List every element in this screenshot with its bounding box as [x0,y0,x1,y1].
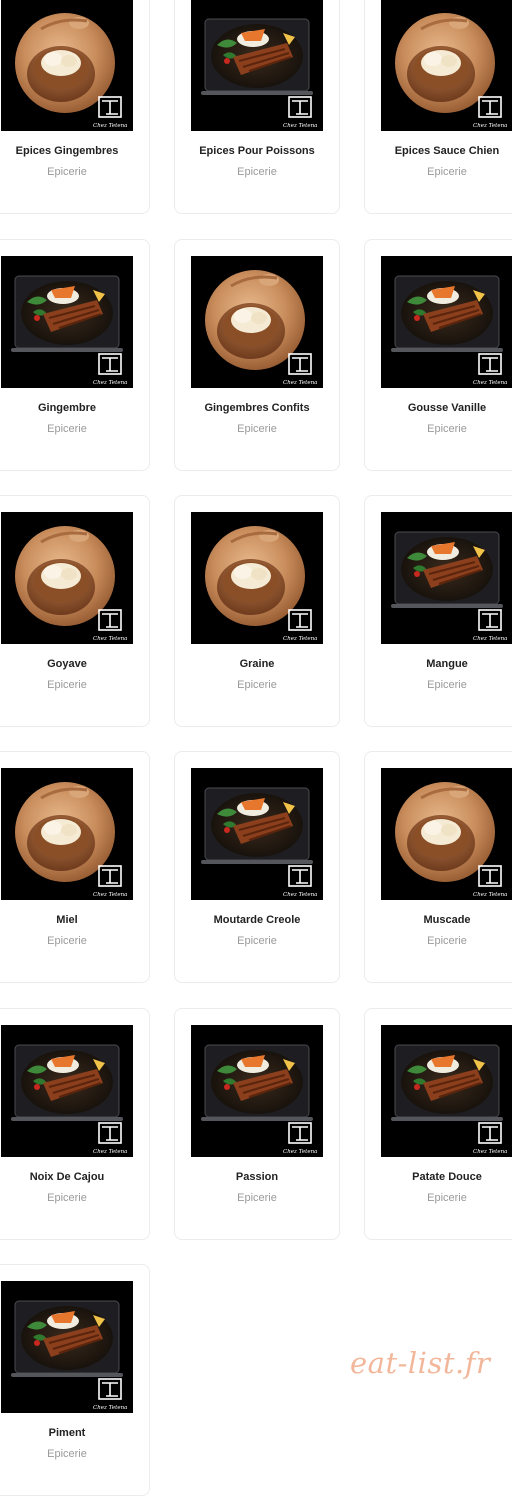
product-image[interactable]: Chez Tetena [191,1025,323,1157]
product-card[interactable]: Chez Tetena Piment Epicerie [0,1264,150,1496]
product-name[interactable]: Gingembres Confits [175,402,339,414]
product-card[interactable]: Chez Tetena Mangue Epicerie [364,495,512,727]
product-name[interactable]: Patate Douce [365,1171,512,1183]
product-card[interactable]: Chez Tetena Muscade Epicerie [364,751,512,983]
logo-text: Chez Tetena [93,123,127,129]
logo-text: Chez Tetena [283,1149,317,1155]
product-category: Epicerie [237,166,277,178]
product-category: Epicerie [427,935,467,947]
product-name[interactable]: Miel [0,914,149,926]
product-category: Epicerie [237,423,277,435]
product-image[interactable]: Chez Tetena [191,512,323,644]
product-category: Epicerie [427,166,467,178]
product-card[interactable]: Chez Tetena Graine Epicerie [174,495,340,727]
product-image[interactable]: Chez Tetena [1,512,133,644]
product-image[interactable]: Chez Tetena [1,256,133,388]
product-image[interactable]: Chez Tetena [381,256,512,388]
logo-text: Chez Tetena [283,123,317,129]
product-name[interactable]: Epices Pour Poissons [175,145,339,157]
logo-text: Chez Tetena [473,636,507,642]
logo-text: Chez Tetena [93,636,127,642]
product-name[interactable]: Gingembre [0,402,149,414]
product-name[interactable]: Epices Gingembres [0,145,149,157]
product-name[interactable]: Epices Sauce Chien [365,145,512,157]
product-card[interactable]: Chez Tetena Goyave Epicerie [0,495,150,727]
product-name[interactable]: Graine [175,658,339,670]
product-category: Epicerie [237,935,277,947]
product-category: Epicerie [47,166,87,178]
product-card[interactable]: Chez Tetena Epices Gingembres Epicerie [0,0,150,214]
product-grid: Chez Tetena Epices Gingembres Epicerie Chez… [0,0,512,1500]
product-image[interactable]: Chez Tetena [381,768,512,900]
product-category: Epicerie [47,423,87,435]
logo-text: Chez Tetena [283,380,317,386]
product-category: Epicerie [47,1448,87,1460]
product-image[interactable]: Chez Tetena [381,0,512,131]
product-category: Epicerie [237,1192,277,1204]
product-name[interactable]: Mangue [365,658,512,670]
product-image[interactable]: Chez Tetena [1,1025,133,1157]
product-card[interactable]: Chez Tetena Gingembre Epicerie [0,239,150,471]
product-card[interactable]: Chez Tetena Passion Epicerie [174,1008,340,1240]
product-category: Epicerie [237,679,277,691]
logo-text: Chez Tetena [473,123,507,129]
logo-text: Chez Tetena [283,636,317,642]
product-image[interactable]: Chez Tetena [191,768,323,900]
product-image[interactable]: Chez Tetena [191,0,323,131]
product-image[interactable]: Chez Tetena [1,768,133,900]
product-name[interactable]: Moutarde Creole [175,914,339,926]
product-card[interactable]: Chez Tetena Miel Epicerie [0,751,150,983]
product-card[interactable]: Chez Tetena Noix De Cajou Epicerie [0,1008,150,1240]
product-category: Epicerie [427,679,467,691]
product-name[interactable]: Goyave [0,658,149,670]
product-card[interactable]: Chez Tetena Epices Sauce Chien Epicerie [364,0,512,214]
logo-text: Chez Tetena [93,1149,127,1155]
product-category: Epicerie [427,423,467,435]
product-card[interactable]: Chez Tetena Gousse Vanille Epicerie [364,239,512,471]
product-image[interactable]: Chez Tetena [1,0,133,131]
product-image[interactable]: Chez Tetena [1,1281,133,1413]
product-name[interactable]: Noix De Cajou [0,1171,149,1183]
product-card[interactable]: Chez Tetena Gingembres Confits Epicerie [174,239,340,471]
product-card[interactable]: Chez Tetena Moutarde Creole Epicerie [174,751,340,983]
logo-text: Chez Tetena [93,1405,127,1411]
product-image[interactable]: Chez Tetena [381,512,512,644]
logo-text: Chez Tetena [93,380,127,386]
product-image[interactable]: Chez Tetena [191,256,323,388]
product-category: Epicerie [427,1192,467,1204]
product-name[interactable]: Passion [175,1171,339,1183]
product-name[interactable]: Gousse Vanille [365,402,512,414]
product-image[interactable]: Chez Tetena [381,1025,512,1157]
logo-text: Chez Tetena [473,380,507,386]
watermark: eat-list.fr [350,1346,491,1380]
product-card[interactable]: Chez Tetena Patate Douce Epicerie [364,1008,512,1240]
logo-text: Chez Tetena [473,1149,507,1155]
logo-text: Chez Tetena [93,892,127,898]
logo-text: Chez Tetena [473,892,507,898]
product-name[interactable]: Muscade [365,914,512,926]
logo-text: Chez Tetena [283,892,317,898]
product-category: Epicerie [47,935,87,947]
product-category: Epicerie [47,1192,87,1204]
product-card[interactable]: Chez Tetena Epices Pour Poissons Epicerie [174,0,340,214]
product-name[interactable]: Piment [0,1427,149,1439]
product-category: Epicerie [47,679,87,691]
